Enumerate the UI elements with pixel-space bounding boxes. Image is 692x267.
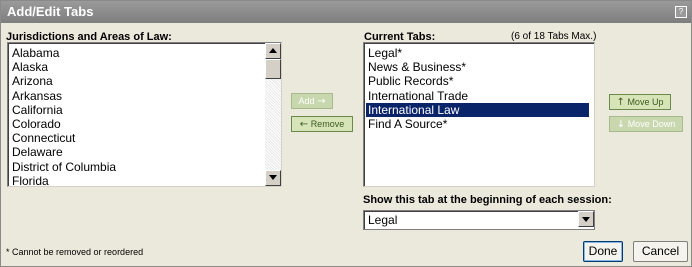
title-bar: Add/Edit Tabs ? xyxy=(1,1,691,23)
jurisdictions-list[interactable]: Alabama Alaska Arizona Arkansas California Co… xyxy=(7,42,282,187)
help-icon[interactable]: ? xyxy=(675,6,687,18)
dialog-title: Add/Edit Tabs xyxy=(7,4,94,19)
scroll-track[interactable] xyxy=(265,79,281,170)
current-tabs-list[interactable]: Legal* News & Business* Public Records* Int… xyxy=(363,42,595,187)
remove-button[interactable]: ← Remove xyxy=(291,116,353,132)
jurisdiction-list-item[interactable]: Florida xyxy=(10,174,49,186)
move-up-button[interactable]: ↑ Move Up xyxy=(609,94,671,110)
dropdown-button[interactable] xyxy=(578,211,594,227)
scroll-up-icon xyxy=(269,48,277,53)
session-tab-select[interactable]: Legal xyxy=(363,210,595,230)
cancel-button[interactable]: Cancel xyxy=(633,241,688,262)
session-selected-value: Legal xyxy=(368,213,398,227)
current-tab-list-item[interactable]: Public Records* xyxy=(366,74,453,88)
jurisdiction-list-item[interactable]: Delaware xyxy=(10,145,63,159)
right-arrow-icon: → xyxy=(317,96,326,107)
remove-label: Remove xyxy=(310,119,345,129)
footnote: * Cannot be removed or reordered xyxy=(6,247,144,257)
jurisdiction-list-item[interactable]: Arizona xyxy=(10,74,53,88)
current-tab-list-item[interactable]: Find A Source* xyxy=(366,117,447,131)
done-button[interactable]: Done xyxy=(583,241,623,262)
jurisdiction-list-item[interactable]: Alaska xyxy=(10,60,48,74)
down-arrow-icon: ↓ xyxy=(616,119,626,130)
current-tab-list-item[interactable]: International Trade xyxy=(366,89,468,103)
current-tab-list-item[interactable]: Legal* xyxy=(366,46,402,60)
scroll-up-button[interactable] xyxy=(265,43,281,59)
jurisdiction-list-item[interactable]: District of Columbia xyxy=(10,160,116,174)
add-button[interactable]: Add → xyxy=(291,93,333,109)
left-arrow-icon: ← xyxy=(299,119,309,130)
scroll-down-icon xyxy=(269,175,277,180)
chevron-down-icon xyxy=(582,217,590,222)
move-down-button[interactable]: ↓ Move Down xyxy=(609,116,683,132)
move-down-label: Move Down xyxy=(627,119,676,129)
jurisdiction-list-item[interactable]: Alabama xyxy=(10,46,59,60)
move-up-label: Move Up xyxy=(627,97,664,107)
scroll-thumb[interactable] xyxy=(265,59,281,79)
jurisdiction-list-item[interactable]: Colorado xyxy=(10,117,61,131)
current-tab-list-item[interactable]: News & Business* xyxy=(366,60,466,74)
jurisdiction-list-item[interactable]: Arkansas xyxy=(10,89,62,103)
add-edit-tabs-dialog: Add/Edit Tabs ? Jurisdictions and Areas … xyxy=(0,0,692,267)
session-label: Show this tab at the beginning of each s… xyxy=(363,194,612,206)
up-arrow-icon: ↑ xyxy=(616,97,625,108)
add-label: Add xyxy=(298,96,315,106)
jurisdiction-list-item[interactable]: Connecticut xyxy=(10,131,75,145)
jurisdiction-list-item[interactable]: California xyxy=(10,103,63,117)
current-tab-list-item[interactable]: International Law xyxy=(366,102,589,117)
scroll-down-button[interactable] xyxy=(265,170,281,186)
tabs-max-note: (6 of 18 Tabs Max.) xyxy=(511,31,597,42)
jurisdictions-scrollbar[interactable] xyxy=(265,43,281,186)
